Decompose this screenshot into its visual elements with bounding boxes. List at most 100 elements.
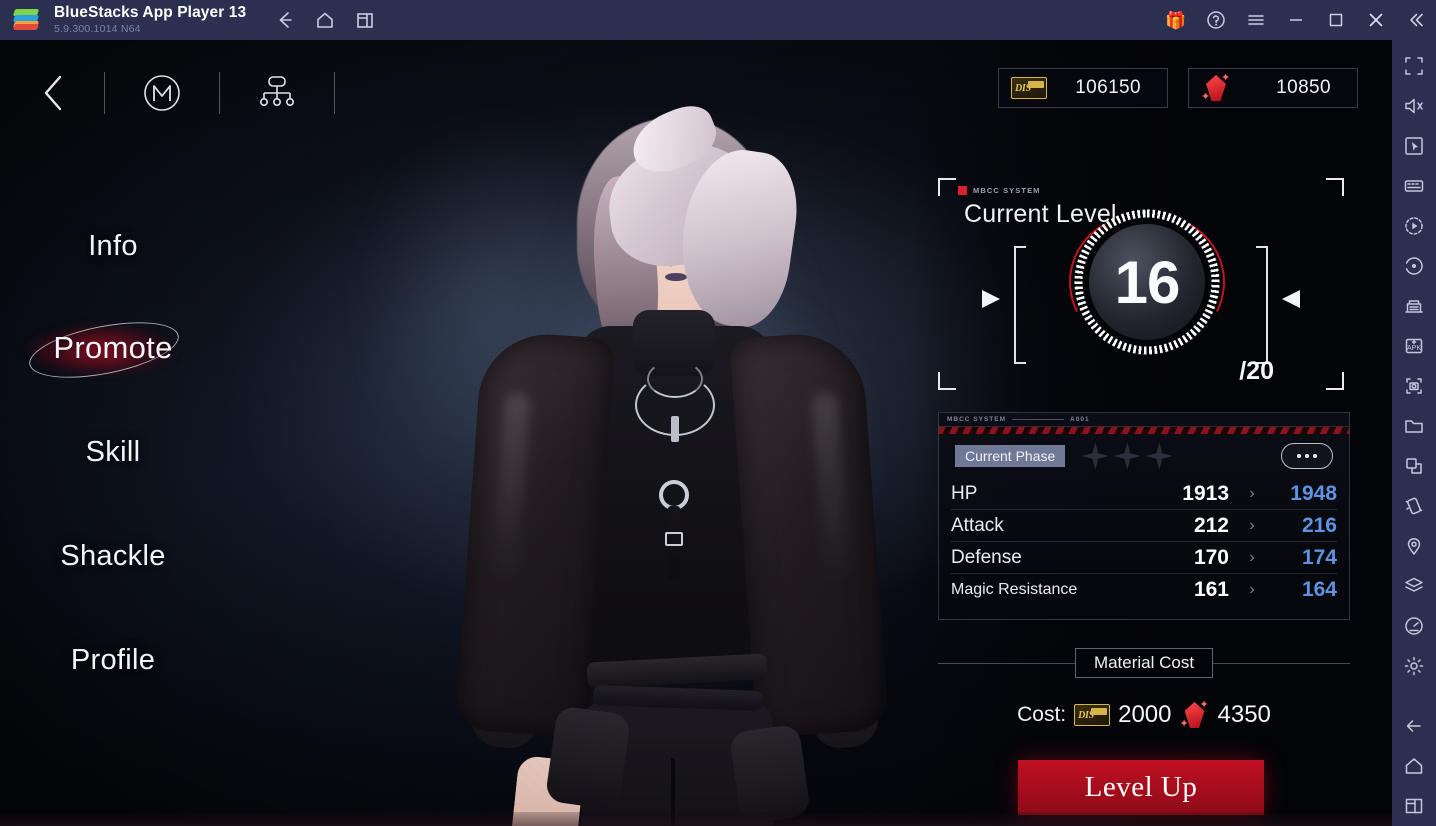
stat-row: HP 1913 › 1948 (951, 478, 1337, 510)
dis-currency[interactable]: DIS 106150 (998, 68, 1168, 108)
crystal-currency[interactable]: ✦ ✦ 10850 (1188, 68, 1358, 108)
stat-next-value: 174 (1301, 545, 1337, 569)
multi-instance-manager-icon[interactable] (1396, 286, 1432, 326)
android-home-icon[interactable] (1396, 746, 1432, 786)
pointer-icon[interactable] (1396, 126, 1432, 166)
cost-crystal-amount: 4350 (1217, 701, 1271, 728)
red-square-icon (958, 186, 967, 195)
performance-icon[interactable] (1396, 606, 1432, 646)
bluestacks-logo-icon (12, 9, 40, 31)
menu-item-label: Profile (70, 643, 156, 676)
keymapping-icon[interactable] (1396, 166, 1432, 206)
app-title: BlueStacks App Player 13 (54, 4, 247, 22)
menu-item-promote[interactable]: Promote (0, 311, 226, 389)
menu-item-label: Shackle (60, 539, 166, 572)
title-block: BlueStacks App Player 13 5.9.300.1014 N6… (54, 4, 247, 35)
shake-icon[interactable] (1396, 486, 1432, 526)
window-nav-buttons (274, 9, 376, 31)
rotate-icon[interactable] (1396, 246, 1432, 286)
character-artwork (395, 97, 955, 826)
phase-more-button[interactable] (1281, 443, 1333, 469)
stat-next-value: 216 (1301, 513, 1337, 537)
app-version: 5.9.300.1014 N64 (54, 22, 141, 35)
help-icon[interactable] (1196, 0, 1236, 40)
stat-arrow-icon: › (1249, 484, 1255, 502)
bluestacks-sidebar: APK (1392, 40, 1436, 826)
dis-currency-value: 106150 (1075, 77, 1141, 98)
max-level-value: /20 (1239, 357, 1274, 385)
hierarchy-icon[interactable] (254, 71, 300, 115)
menu-item-skill[interactable]: Skill (0, 424, 226, 480)
menu-item-label: Info (88, 229, 138, 262)
system-tag-label: MBCC SYSTEM (973, 186, 1041, 195)
close-button[interactable] (1356, 0, 1396, 40)
mute-icon[interactable] (1396, 86, 1432, 126)
layers-icon[interactable] (1396, 566, 1432, 606)
stat-name: Defense (951, 546, 1022, 568)
collapse-sidebar-icon[interactable] (1396, 0, 1436, 40)
minimize-button[interactable] (1276, 0, 1316, 40)
stat-name: Magic Resistance (951, 581, 1078, 598)
screenshot-icon[interactable] (1396, 366, 1432, 406)
stats-header-left: MBCC SYSTEM (947, 416, 1007, 423)
current-level-panel: MBCC SYSTEM Current Level 16 /20 (938, 178, 1344, 390)
fullscreen-icon[interactable] (1396, 46, 1432, 86)
stats-panel-header: MBCC SYSTEM A001 (939, 413, 1349, 427)
macro-icon[interactable] (1396, 206, 1432, 246)
corner-bracket-tr (1326, 178, 1344, 196)
stat-name: Attack (951, 514, 1004, 536)
menu-item-profile[interactable]: Profile (0, 632, 226, 688)
current-phase-row: Current Phase (939, 434, 1349, 478)
phase-star-icon (1145, 442, 1174, 470)
cost-crystal-icon: ✦ ✦ (1179, 699, 1209, 730)
install-apk-icon[interactable]: APK (1396, 326, 1432, 366)
home-icon[interactable] (314, 9, 336, 31)
stat-current-value: 161 (1193, 578, 1229, 601)
back-arrow-icon[interactable] (274, 9, 296, 31)
stat-current-value: 212 (1193, 513, 1229, 537)
dis-card-icon: DIS (1011, 77, 1047, 99)
android-back-icon[interactable] (1396, 706, 1432, 746)
menu-item-info[interactable]: Info (0, 218, 226, 274)
menu-item-shackle[interactable]: Shackle (0, 528, 226, 584)
stat-rows: HP 1913 › 1948 Attack 212 › 216 Defense 170 › 174 Ma… (939, 478, 1349, 606)
game-top-nav (36, 58, 369, 128)
menu-icon[interactable] (1236, 0, 1276, 40)
copy-paste-icon[interactable] (1396, 446, 1432, 486)
level-dial: 16 (1051, 198, 1243, 366)
current-level-value: 16 (1114, 248, 1181, 316)
maximize-button[interactable] (1316, 0, 1356, 40)
corner-bracket-br (1326, 372, 1344, 390)
material-cost-row: Cost: DIS 2000 ✦ ✦ 4350 (938, 695, 1350, 735)
current-phase-label: Current Phase (955, 445, 1066, 467)
phase-star-icon (1113, 442, 1142, 470)
cost-dis-icon: DIS (1074, 704, 1111, 726)
stat-current-value: 1913 (1182, 481, 1229, 505)
cost-dis-amount: 2000 (1118, 701, 1172, 728)
settings-gear-icon[interactable] (1396, 646, 1432, 686)
currency-bar: DIS 106150 ✦ ✦ 10850 (998, 68, 1358, 108)
level-arrow-left-icon[interactable] (982, 290, 1000, 308)
red-crystal-icon: ✦ ✦ (1201, 72, 1231, 103)
material-cost-title: Material Cost (1074, 648, 1214, 678)
multi-instance-icon[interactable] (354, 9, 376, 31)
back-chevron-icon[interactable] (36, 70, 70, 116)
corner-bracket-tl (938, 178, 956, 196)
monogram-m-icon[interactable] (139, 70, 185, 116)
gift-icon[interactable]: 🎁 (1156, 0, 1196, 40)
game-viewport[interactable]: DIS 106150 ✦ ✦ 10850 Info Promote Skill Sha… (0, 40, 1392, 826)
level-up-button[interactable]: Level Up (1018, 760, 1264, 815)
level-bracket-left (1014, 246, 1026, 364)
android-recents-icon[interactable] (1396, 786, 1432, 826)
phase-stars (1081, 442, 1174, 470)
stats-panel: MBCC SYSTEM A001 Current Phase HP 1913 › 19… (938, 412, 1350, 620)
material-cost-header: Material Cost (938, 648, 1351, 678)
location-icon[interactable] (1396, 526, 1432, 566)
stat-arrow-icon: › (1249, 581, 1255, 598)
menu-item-label: Skill (85, 435, 141, 468)
stat-current-value: 170 (1193, 545, 1229, 569)
level-arrow-right-icon[interactable] (1282, 290, 1300, 308)
stats-header-right: A001 (1070, 416, 1090, 423)
stat-row: Defense 170 › 174 (951, 542, 1337, 574)
media-folder-icon[interactable] (1396, 406, 1432, 446)
